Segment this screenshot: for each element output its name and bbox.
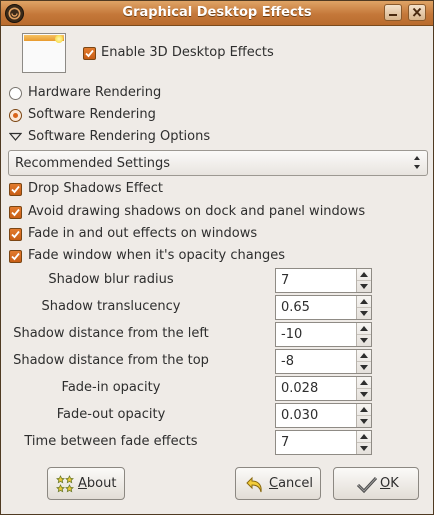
spinner-value: -10 <box>281 327 303 342</box>
close-icon <box>412 7 422 17</box>
enable-3d-label: Enable 3D Desktop Effects <box>101 45 274 60</box>
option-checkbox-drop-shadows[interactable] <box>9 183 22 196</box>
about-icon <box>56 475 74 497</box>
spin-down-button[interactable] <box>357 335 371 346</box>
spinner-label-fade-in: Fade-in opacity <box>61 380 161 395</box>
option-label-avoid-shadows: Avoid drawing shadows on dock and panel … <box>28 204 366 219</box>
software-options-expander[interactable]: Software Rendering Options <box>28 129 210 144</box>
spinner-label-blur-radius: Shadow blur radius <box>48 272 174 287</box>
ok-button[interactable]: OK <box>333 467 419 500</box>
enable-3d-checkbox[interactable] <box>83 47 96 60</box>
preset-combo[interactable]: Recommended Settings <box>8 150 428 176</box>
option-label-fade-windows: Fade in and out effects on windows <box>28 226 258 241</box>
spinner-distance-left[interactable]: -10 <box>275 322 372 347</box>
check-icon <box>356 475 378 499</box>
spin-down-button[interactable] <box>357 443 371 454</box>
spin-up-button[interactable] <box>357 269 371 281</box>
spinner-fade-time[interactable]: 7 <box>275 430 372 455</box>
combo-arrows-icon <box>413 155 421 174</box>
dialog-window: Graphical Desktop Effects Enable 3D Desk… <box>0 0 434 515</box>
spinner-label-distance-top: Shadow distance from the top <box>13 353 209 368</box>
about-button[interactable]: About <box>47 467 125 500</box>
spinner-distance-top[interactable]: -8 <box>275 349 372 374</box>
spinner-label-distance-left: Shadow distance from the left <box>13 326 209 341</box>
spin-down-button[interactable] <box>357 389 371 400</box>
spin-down-button[interactable] <box>357 281 371 292</box>
spin-down-button[interactable] <box>357 362 371 373</box>
spinner-value: 0.65 <box>281 300 310 315</box>
cancel-button[interactable]: Cancel <box>235 467 321 500</box>
spinner-fade-in[interactable]: 0.028 <box>275 376 372 401</box>
spinner-value: 7 <box>281 435 290 450</box>
option-checkbox-avoid-shadows[interactable] <box>9 206 22 219</box>
spin-up-button[interactable] <box>357 431 371 443</box>
desktop-effects-icon <box>22 33 66 73</box>
option-checkbox-fade-windows[interactable] <box>9 228 22 241</box>
spin-up-button[interactable] <box>357 350 371 362</box>
expander-arrow-icon[interactable] <box>8 131 23 143</box>
title-bar[interactable]: Graphical Desktop Effects <box>1 1 433 26</box>
spin-down-button[interactable] <box>357 416 371 427</box>
option-checkbox-fade-opacity[interactable] <box>9 250 22 263</box>
preset-value: Recommended Settings <box>15 156 171 171</box>
hardware-rendering-radio[interactable] <box>9 87 22 100</box>
minimize-icon <box>389 14 397 16</box>
spin-up-button[interactable] <box>357 323 371 335</box>
spinner-value: -8 <box>281 354 294 369</box>
hardware-rendering-label: Hardware Rendering <box>28 85 162 100</box>
spin-up-button[interactable] <box>357 296 371 308</box>
window-title: Graphical Desktop Effects <box>122 5 312 20</box>
option-label-drop-shadows: Drop Shadows Effect <box>28 181 164 196</box>
spin-up-button[interactable] <box>357 377 371 389</box>
spinner-label-fade-out: Fade-out opacity <box>56 407 166 422</box>
spinner-value: 7 <box>281 273 290 288</box>
undo-arrow-icon <box>245 475 265 499</box>
spinner-value: 0.028 <box>281 381 319 396</box>
option-label-fade-opacity: Fade window when it's opacity changes <box>28 248 285 263</box>
spin-up-button[interactable] <box>357 404 371 416</box>
spinner-label-fade-time: Time between fade effects <box>24 434 198 449</box>
close-button[interactable] <box>408 4 426 21</box>
spinner-label-translucency: Shadow translucency <box>41 299 181 314</box>
spinner-translucency[interactable]: 0.65 <box>275 295 372 320</box>
spinner-fade-out[interactable]: 0.030 <box>275 403 372 428</box>
about-button-label: About <box>78 476 117 491</box>
cancel-button-label: Cancel <box>269 476 314 491</box>
minimize-button[interactable] <box>384 4 402 21</box>
ok-button-label: OK <box>380 476 399 491</box>
spin-down-button[interactable] <box>357 308 371 319</box>
spinner-blur-radius[interactable]: 7 <box>275 268 372 293</box>
spinner-value: 0.030 <box>281 408 319 423</box>
software-rendering-radio[interactable] <box>9 109 22 122</box>
software-rendering-label: Software Rendering <box>28 107 156 122</box>
